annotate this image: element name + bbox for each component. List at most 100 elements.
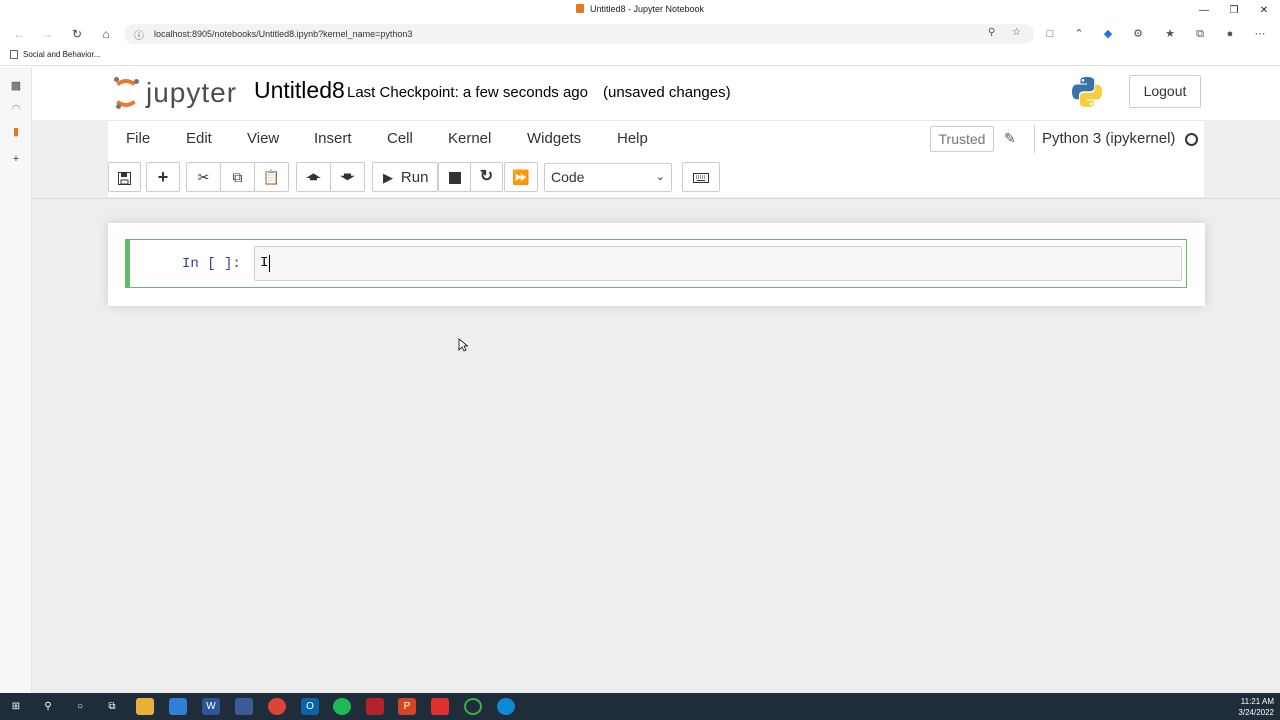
- windows-start-icon[interactable]: ⊞: [7, 698, 25, 715]
- favorite-star-icon[interactable]: ☆: [1012, 27, 1021, 38]
- spotify-icon[interactable]: [333, 698, 351, 715]
- tab-actions-icon[interactable]: ▩: [8, 79, 24, 93]
- trusted-indicator[interactable]: Trusted: [930, 126, 994, 152]
- code-editor[interactable]: I: [254, 246, 1182, 281]
- menu-file[interactable]: File: [126, 130, 150, 147]
- menu-cell[interactable]: Cell: [387, 130, 413, 147]
- jupyter-logo-text: jupyter: [146, 77, 238, 108]
- keyboard-icon: [693, 173, 709, 184]
- extension-icon[interactable]: ⌃: [1071, 27, 1087, 41]
- menu-edit[interactable]: Edit: [186, 130, 212, 147]
- clock-date: 3/24/2022: [1238, 708, 1274, 717]
- store-icon[interactable]: [169, 698, 187, 715]
- edge-icon[interactable]: [497, 698, 515, 715]
- scissors-icon: ✂: [197, 169, 210, 185]
- home-icon[interactable]: ⌂: [97, 26, 115, 42]
- menu-view[interactable]: View: [247, 130, 279, 147]
- address-bar[interactable]: ⓘ localhost:8905/notebooks/Untitled8.ipy…: [124, 24, 1034, 44]
- browser-sidebar: ▩ ◠ ▮ +: [0, 67, 32, 693]
- paste-cells-button[interactable]: 📋: [254, 162, 289, 192]
- windows-taskbar: ⊞ ⚲ ○ ⧉ W O P 11:21 AM 3/24/2022: [0, 693, 1280, 720]
- outlook-icon[interactable]: O: [301, 698, 319, 715]
- notebook-container: In [ ]: I: [108, 223, 1205, 306]
- cortana-icon[interactable]: ○: [71, 698, 89, 715]
- collections-icon[interactable]: ⧉: [1192, 27, 1208, 41]
- notebook-name[interactable]: Untitled8: [254, 77, 345, 104]
- python-logo-icon: [1072, 77, 1102, 107]
- save-icon: [118, 171, 131, 185]
- favorites-icon[interactable]: ★: [1162, 27, 1178, 41]
- copy-icon: ⧉: [232, 169, 243, 185]
- run-button-label: Run: [400, 169, 429, 186]
- bookmark-item[interactable]: Social and Behavior...: [10, 50, 100, 59]
- cell-type-select[interactable]: Code ⌄: [544, 163, 672, 192]
- input-prompt: In [ ]:: [182, 256, 241, 272]
- restore-button[interactable]: ❐: [1219, 2, 1249, 20]
- app-icon[interactable]: [235, 698, 253, 715]
- move-cell-up-button[interactable]: 🡁: [296, 162, 331, 192]
- new-tab-icon[interactable]: +: [8, 152, 24, 166]
- command-palette-button[interactable]: [682, 162, 720, 192]
- word-icon[interactable]: W: [202, 698, 220, 715]
- copy-cells-button[interactable]: ⧉: [220, 162, 255, 192]
- task-view-icon[interactable]: ⧉: [103, 698, 121, 715]
- jupyter-page: jupyter Untitled8 Last Checkpoint: a few…: [32, 67, 1280, 693]
- settings-more-icon[interactable]: ⋯: [1252, 27, 1268, 41]
- run-button[interactable]: ▶ Run: [372, 162, 438, 192]
- text-caret: [269, 255, 270, 272]
- forward-icon[interactable]: →: [38, 26, 56, 42]
- play-icon: ▶: [383, 170, 393, 185]
- powerpoint-icon[interactable]: P: [398, 698, 416, 715]
- restart-kernel-button[interactable]: ↻: [470, 162, 503, 192]
- chrome-icon[interactable]: [268, 698, 286, 715]
- acrobat-icon[interactable]: [366, 698, 384, 715]
- site-info-icon[interactable]: ⓘ: [134, 27, 144, 42]
- chevron-down-icon: ⌄: [655, 171, 665, 183]
- menu-widgets[interactable]: Widgets: [527, 130, 581, 147]
- paste-icon: 📋: [262, 169, 281, 185]
- minimize-button[interactable]: —: [1189, 2, 1219, 20]
- menu-help[interactable]: Help: [617, 130, 648, 147]
- menu-insert[interactable]: Insert: [314, 130, 352, 147]
- arrow-up-icon: 🡁: [306, 169, 321, 185]
- system-clock[interactable]: 11:21 AM 3/24/2022: [1238, 696, 1274, 718]
- interrupt-kernel-button[interactable]: [438, 162, 471, 192]
- zoom-icon[interactable]: ⚲: [988, 27, 995, 38]
- mouse-pointer-icon: [458, 338, 468, 352]
- restart-run-all-button[interactable]: ⏩: [504, 162, 538, 192]
- autosave-status: (unsaved changes): [603, 84, 731, 101]
- menu-kernel[interactable]: Kernel: [448, 130, 491, 147]
- extension-blue-icon[interactable]: ◆: [1100, 27, 1116, 41]
- close-window-button[interactable]: ✕: [1249, 2, 1279, 20]
- logout-button[interactable]: Logout: [1129, 75, 1201, 108]
- notebook-toolbar: + ✂ ⧉ 📋 🡁 🡃 ▶ Run ↻ ⏩ Code ⌄: [108, 156, 1204, 197]
- code-cell[interactable]: In [ ]: I: [125, 239, 1187, 288]
- address-row: ← → ↻ ⌂ ⓘ localhost:8905/notebooks/Untit…: [0, 22, 1280, 46]
- search-icon[interactable]: ⚲: [39, 698, 57, 715]
- bookmark-page-icon: [10, 50, 18, 59]
- cell-code[interactable]: I: [260, 255, 268, 271]
- bookmarks-bar: Social and Behavior...: [0, 46, 1280, 66]
- reading-view-icon[interactable]: □: [1042, 27, 1058, 41]
- app-green-ring-icon[interactable]: [464, 698, 482, 715]
- back-icon[interactable]: ←: [10, 26, 28, 42]
- url-text[interactable]: localhost:8905/notebooks/Untitled8.ipynb…: [154, 29, 412, 39]
- window-title: Untitled8 - Jupyter Notebook: [589, 4, 705, 14]
- active-tab-icon[interactable]: ▮: [8, 125, 24, 139]
- refresh-icon[interactable]: ↻: [68, 26, 86, 42]
- file-explorer-icon[interactable]: [136, 698, 154, 715]
- arrow-down-icon: 🡃: [340, 169, 355, 185]
- plus-icon: +: [157, 167, 169, 187]
- jupyter-tab-icon[interactable]: ◠: [8, 102, 24, 116]
- profile-avatar-icon[interactable]: ●: [1222, 27, 1238, 41]
- menubar: File Edit View Insert Cell Kernel Widget…: [108, 120, 1204, 156]
- app-red-icon[interactable]: [431, 698, 449, 715]
- window-titlebar: Untitled8 - Jupyter Notebook — ❐ ✕: [0, 0, 1280, 22]
- last-checkpoint: Last Checkpoint: a few seconds ago: [347, 84, 588, 101]
- insert-cell-below-button[interactable]: +: [146, 162, 180, 192]
- extensions-puzzle-icon[interactable]: ⚙: [1130, 27, 1146, 41]
- kernel-name[interactable]: Python 3 (ipykernel): [1034, 125, 1175, 153]
- save-button[interactable]: [108, 162, 141, 192]
- cut-cells-button[interactable]: ✂: [186, 162, 221, 192]
- move-cell-down-button[interactable]: 🡃: [330, 162, 365, 192]
